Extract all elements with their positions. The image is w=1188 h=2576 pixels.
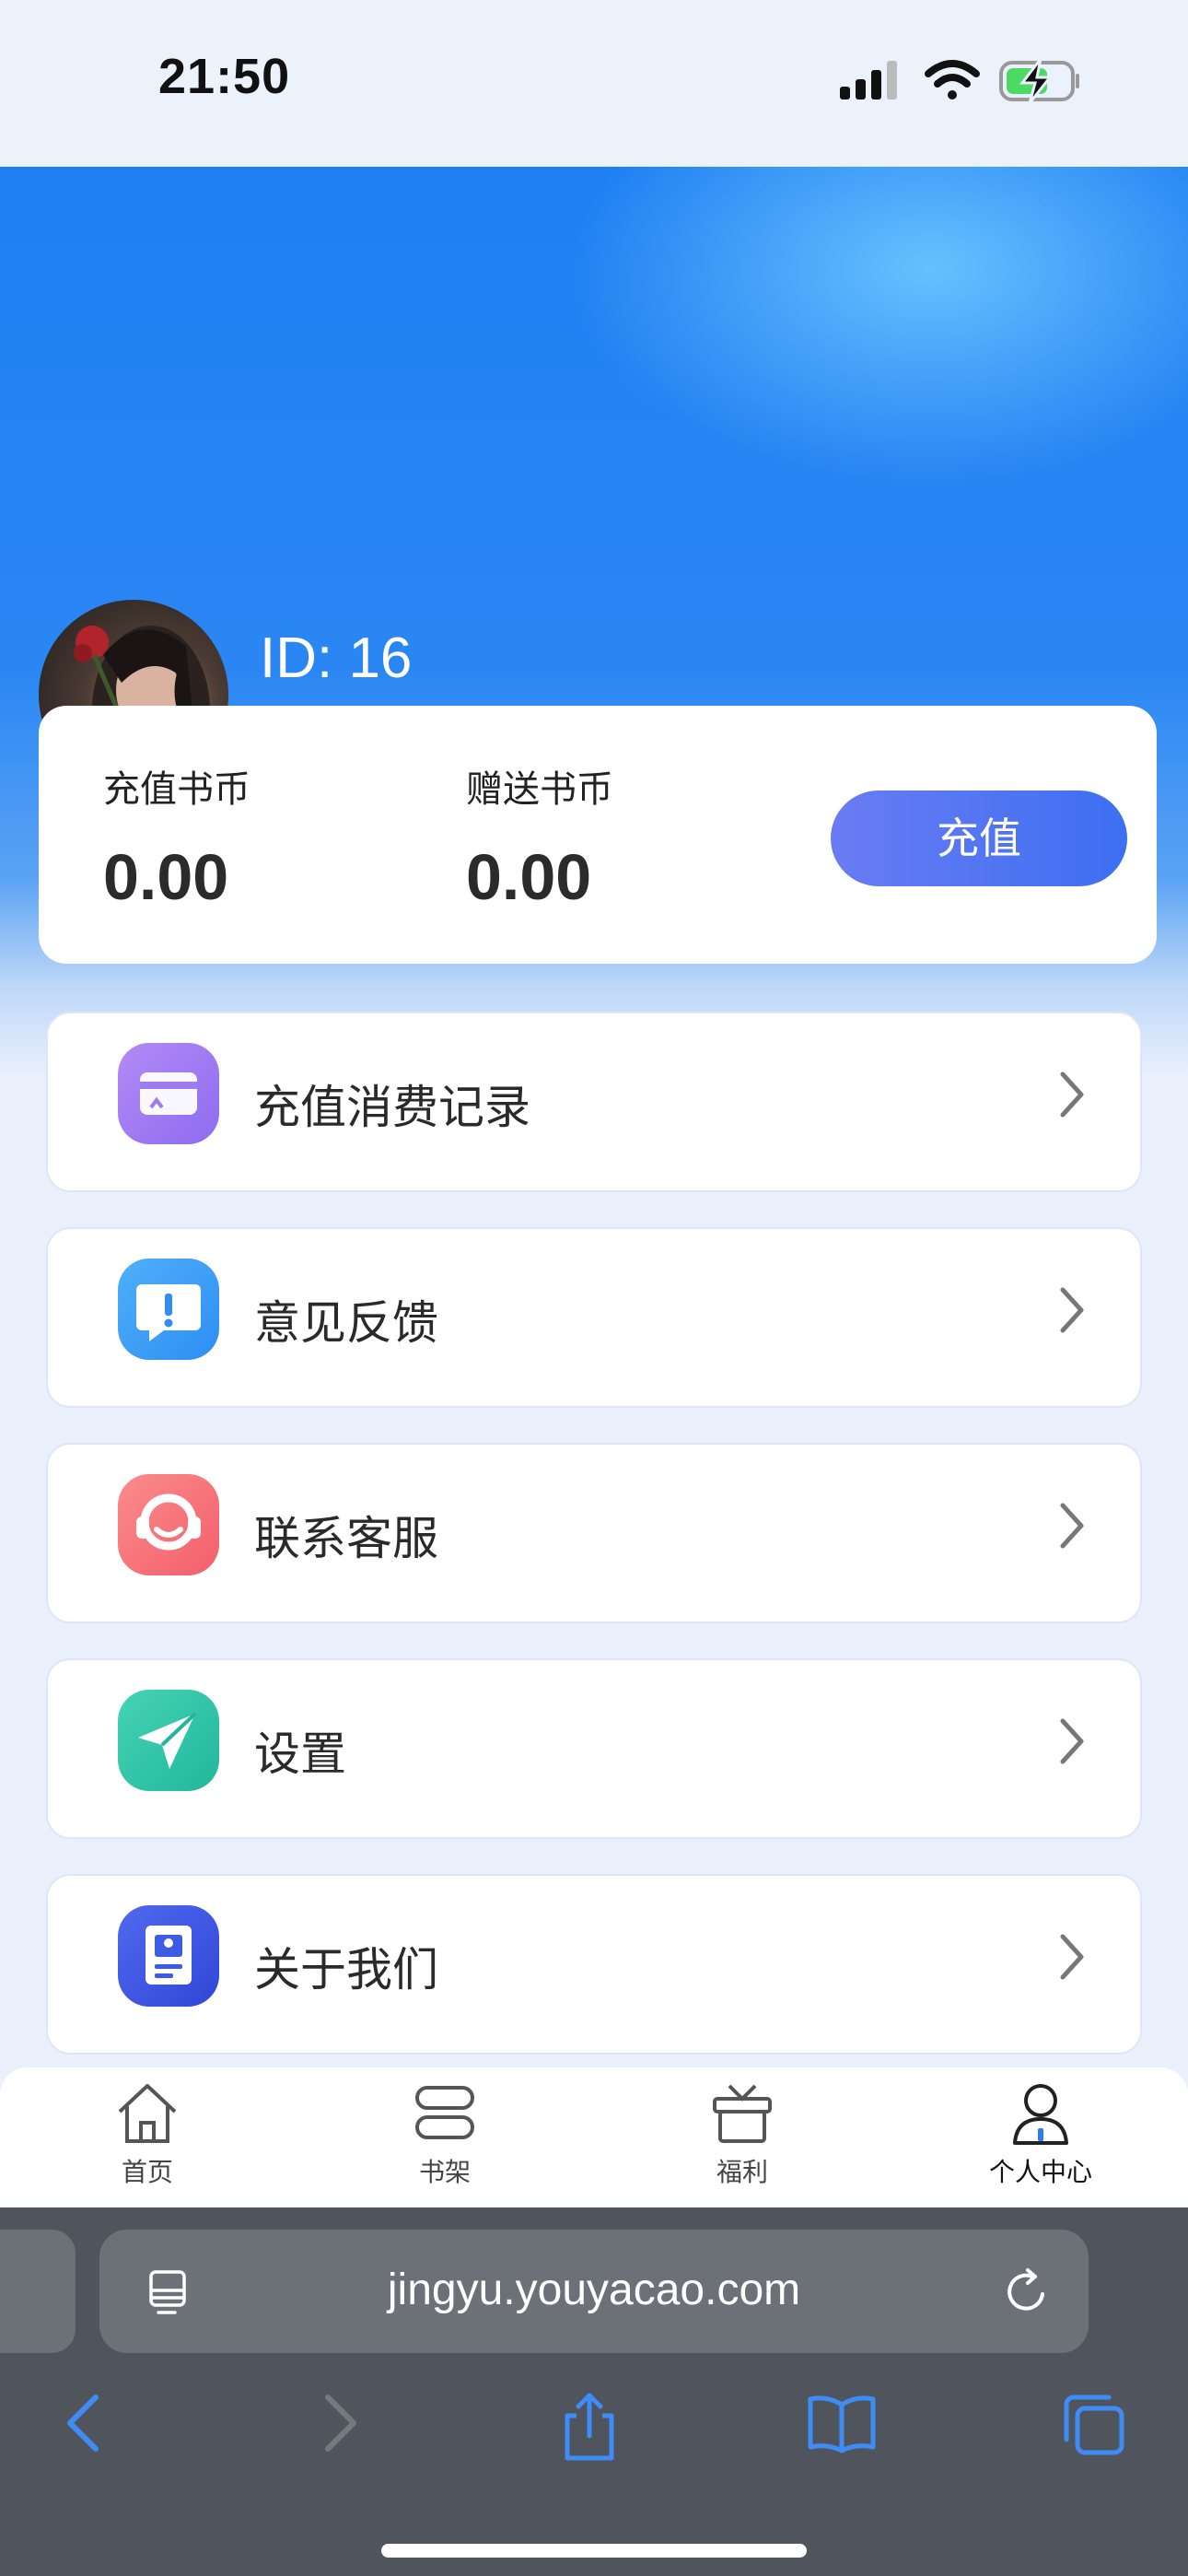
tab-label: 福利: [716, 2157, 768, 2187]
home-icon: [118, 2084, 177, 2143]
menu-item-label: 意见反馈: [254, 1296, 438, 1350]
menu-item-recharge-records[interactable]: 充值消费记录: [46, 1012, 1142, 1192]
tab-label: 书架: [418, 2157, 471, 2187]
recharge-coins-label: 充值书币: [103, 768, 250, 811]
about-icon: [118, 1905, 219, 2007]
gift-icon: [713, 2084, 772, 2143]
gift-coins-label: 赠送书币: [466, 768, 613, 811]
previous-tab-preview[interactable]: [0, 2230, 76, 2353]
tab-bookshelf[interactable]: 书架: [362, 2078, 528, 2198]
menu-item-settings[interactable]: 设置: [46, 1658, 1142, 1839]
chevron-right-icon: [1060, 1287, 1084, 1333]
card-icon: [118, 1043, 219, 1144]
balance-card: 充值书币 0.00 赠送书币 0.00 充值: [39, 706, 1157, 964]
menu-item-about-us[interactable]: 关于我们: [46, 1874, 1142, 2055]
menu-item-label: 联系客服: [254, 1512, 438, 1565]
person-icon: [1013, 2084, 1068, 2145]
tab-label: 个人中心: [988, 2157, 1092, 2187]
menu-item-label: 设置: [254, 1727, 346, 1781]
tab-home[interactable]: 首页: [64, 2078, 230, 2198]
bookmarks-icon[interactable]: [805, 2390, 879, 2456]
menu-item-feedback[interactable]: 意见反馈: [46, 1227, 1142, 1408]
back-icon[interactable]: [55, 2390, 111, 2456]
chevron-right-icon: [1060, 1718, 1084, 1764]
cellular-signal-icon: [840, 61, 897, 100]
recharge-coins: 充值书币 0.00: [103, 759, 250, 914]
forward-icon[interactable]: [313, 2390, 368, 2456]
share-icon[interactable]: [556, 2390, 623, 2464]
feedback-icon: [118, 1259, 219, 1360]
tabs-icon[interactable]: [1059, 2390, 1129, 2460]
url-text: jingyu.youyacao.com: [387, 2266, 801, 2314]
menu-item-label: 关于我们: [254, 1943, 438, 1996]
battery-charging-icon: [999, 58, 1079, 104]
bookshelf-icon: [415, 2086, 474, 2139]
tab-welfare[interactable]: 福利: [659, 2078, 825, 2198]
menu-item-customer-service[interactable]: 联系客服: [46, 1443, 1142, 1623]
recharge-coins-value: 0.00: [103, 841, 229, 913]
wifi-icon: [925, 60, 980, 100]
recharge-button[interactable]: 充值: [831, 790, 1127, 886]
chevron-right-icon: [1060, 1934, 1084, 1980]
status-time: 21:50: [158, 49, 291, 104]
status-icons: [840, 55, 1079, 104]
tab-profile[interactable]: 个人中心: [958, 2078, 1124, 2198]
address-bar[interactable]: jingyu.youyacao.com: [99, 2230, 1089, 2353]
browser-toolbar: jingyu.youyacao.com: [0, 2207, 1188, 2576]
gift-coins: 赠送书币 0.00: [466, 759, 613, 914]
reload-icon[interactable]: [1002, 2266, 1052, 2316]
user-id: ID: 16: [260, 626, 413, 690]
gift-coins-value: 0.00: [466, 841, 592, 913]
chevron-right-icon: [1060, 1503, 1084, 1549]
paper-plane-icon: [118, 1690, 219, 1791]
tab-label: 首页: [121, 2157, 173, 2187]
customer-service-icon: [118, 1474, 219, 1575]
tab-bar: 首页 书架 福利 个人中心: [0, 2067, 1188, 2207]
status-bar: 21:50: [0, 0, 1188, 167]
home-indicator: [381, 2544, 807, 2558]
menu-item-label: 充值消费记录: [254, 1081, 530, 1134]
chevron-right-icon: [1060, 1071, 1084, 1118]
